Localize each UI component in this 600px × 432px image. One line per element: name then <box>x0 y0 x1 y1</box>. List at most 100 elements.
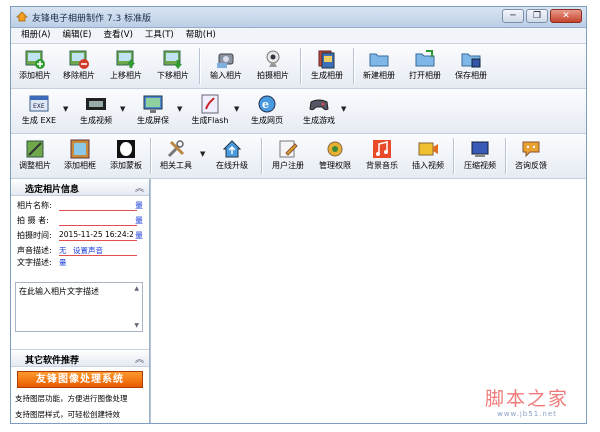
open-album-label: 打开相册 <box>409 71 441 80</box>
text-desc-edit-button[interactable]: 量 <box>59 257 67 268</box>
online-upgrade-button[interactable]: 在线升级 <box>210 137 254 175</box>
shoot-time-field <box>59 240 137 241</box>
bg-music-label: 背景音乐 <box>366 161 398 170</box>
add-photo-button[interactable]: 添加相片 <box>13 47 57 85</box>
open-folder-icon <box>415 50 435 67</box>
generate-album-button[interactable]: 生成相册 <box>305 47 349 85</box>
menu-edit[interactable]: 编辑(E) <box>56 28 97 43</box>
adjust-photo-button[interactable]: 调整相片 <box>13 137 57 175</box>
new-album-button[interactable]: 新建相册 <box>357 47 401 85</box>
scroll-up-icon[interactable]: ▲ <box>134 285 139 292</box>
toolbar-separator <box>150 138 152 174</box>
add-mask-button[interactable]: 添加蒙板 <box>104 137 148 175</box>
gen-exe-dropdown-icon[interactable]: ▼ <box>63 105 68 113</box>
recommend-line: 支持图层样式，可轻松创建特效 <box>15 410 120 419</box>
photo-info-title: 选定相片信息 <box>25 185 80 195</box>
shoot-time-edit-button[interactable]: 量 <box>135 230 143 241</box>
compress-video-button[interactable]: 压缩视频 <box>458 137 502 175</box>
insert-video-button[interactable]: 插入视频 <box>406 137 450 175</box>
film-strip-icon <box>86 98 106 110</box>
menu-bar: 相册(A) 编辑(E) 查看(V) 工具(T) 帮助(H) <box>11 28 586 44</box>
move-down-label: 下移相片 <box>157 71 189 80</box>
gen-game-button[interactable]: 生成游戏 <box>297 92 341 130</box>
remove-photo-icon <box>69 50 89 69</box>
text-desc-input[interactable]: 在此输入相片文字描述 ▲ ▼ <box>15 282 143 332</box>
menu-help[interactable]: 帮助(H) <box>180 28 222 43</box>
remove-photo-label: 移除相片 <box>63 71 95 80</box>
gen-screensaver-button[interactable]: 生成屏保 <box>131 92 175 130</box>
title-bar[interactable]: 友锋电子相册制作 7.3 标准版 ─ ❐ ✕ <box>11 7 586 28</box>
gen-webpage-label: 生成网页 <box>251 116 283 125</box>
photographer-edit-button[interactable]: 量 <box>135 215 143 226</box>
save-album-button[interactable]: 保存相册 <box>449 47 493 85</box>
menu-album[interactable]: 相册(A) <box>15 28 56 43</box>
minimize-button[interactable]: ─ <box>502 9 524 23</box>
photo-name-row: 相片名称: 量 <box>15 200 145 211</box>
photographer-field[interactable] <box>59 225 137 226</box>
collapse-icon[interactable]: ︽ <box>135 181 144 194</box>
close-button[interactable]: ✕ <box>550 9 582 23</box>
menu-view[interactable]: 查看(V) <box>97 28 138 43</box>
toolbar-edit: 调整相片 添加相框 添加蒙板 相关工具 ▼ 在线升级 用户注册 管理权限 背景音… <box>11 134 586 179</box>
manage-rights-label: 管理权限 <box>319 161 351 170</box>
other-software-header[interactable]: 其它软件推荐 ︽ <box>11 349 149 367</box>
add-photo-label: 添加相片 <box>19 71 51 80</box>
gen-game-label: 生成游戏 <box>303 116 335 125</box>
add-mask-label: 添加蒙板 <box>110 161 142 170</box>
image-system-banner[interactable]: 友锋图像处理系统 <box>17 371 143 388</box>
exe-window-icon: EXE <box>29 95 49 112</box>
user-register-button[interactable]: 用户注册 <box>266 137 310 175</box>
toolbar-separator <box>261 138 263 174</box>
move-up-button[interactable]: 上移相片 <box>104 47 148 85</box>
photo-name-field[interactable] <box>59 210 137 211</box>
gen-video-button[interactable]: 生成视频 <box>74 92 118 130</box>
shoot-time-value[interactable]: 2015-11-25 16:24:2 <box>59 230 134 239</box>
take-photo-label: 拍摄相片 <box>257 71 289 80</box>
photo-name-edit-button[interactable]: 量 <box>135 200 143 211</box>
gen-exe-button[interactable]: EXE 生成 EXE <box>17 92 61 130</box>
restore-button[interactable]: ❐ <box>526 9 548 23</box>
feedback-button[interactable]: 咨询反馈 <box>509 137 553 175</box>
rights-gear-icon <box>327 141 343 157</box>
manage-rights-button[interactable]: 管理权限 <box>313 137 357 175</box>
register-pencil-icon <box>279 140 298 158</box>
flash-icon <box>201 94 219 114</box>
generate-album-label: 生成相册 <box>311 71 343 80</box>
photo-info-header[interactable]: 选定相片信息 ︽ <box>11 179 149 196</box>
related-tools-dropdown-icon[interactable]: ▼ <box>200 150 205 158</box>
toolbar-separator <box>505 138 507 174</box>
other-software-title: 其它软件推荐 <box>25 356 80 366</box>
save-folder-icon <box>461 53 481 68</box>
gen-game-dropdown-icon[interactable]: ▼ <box>341 105 346 113</box>
user-register-label: 用户注册 <box>272 161 304 170</box>
minimize-icon: ─ <box>510 11 516 21</box>
text-desc-placeholder: 在此输入相片文字描述 <box>19 287 99 296</box>
set-sound-link[interactable]: 设置声音 <box>73 245 103 256</box>
scroll-down-icon[interactable]: ▼ <box>134 322 139 329</box>
tools-icon <box>167 140 185 158</box>
take-photo-button[interactable]: 拍摄相片 <box>251 47 295 85</box>
open-album-button[interactable]: 打开相册 <box>403 47 447 85</box>
gen-webpage-button[interactable]: e 生成网页 <box>245 92 289 130</box>
add-frame-button[interactable]: 添加相框 <box>58 137 102 175</box>
gen-flash-label: 生成Flash <box>191 116 229 125</box>
gen-video-dropdown-icon[interactable]: ▼ <box>120 105 125 113</box>
gen-flash-dropdown-icon[interactable]: ▼ <box>234 105 239 113</box>
svg-text:EXE: EXE <box>33 103 45 110</box>
import-photo-label: 输入相片 <box>210 71 242 80</box>
collapse-icon[interactable]: ︽ <box>135 352 144 365</box>
related-tools-button[interactable]: 相关工具 <box>154 137 198 175</box>
move-down-icon <box>163 50 182 69</box>
restore-icon: ❐ <box>532 11 542 21</box>
sound-row: 声音描述: 无 设置声音 <box>15 245 145 256</box>
move-down-button[interactable]: 下移相片 <box>151 47 195 85</box>
remove-photo-button[interactable]: 移除相片 <box>57 47 101 85</box>
album-workspace[interactable] <box>150 179 586 423</box>
upgrade-house-icon <box>222 140 242 158</box>
gen-flash-button[interactable]: 生成Flash <box>188 92 232 130</box>
bg-music-button[interactable]: 背景音乐 <box>360 137 404 175</box>
gen-screensaver-dropdown-icon[interactable]: ▼ <box>177 105 182 113</box>
menu-tools[interactable]: 工具(T) <box>139 28 180 43</box>
watermark-url: www.jb51.net <box>497 410 557 418</box>
import-photo-button[interactable]: 输入相片 <box>204 47 248 85</box>
